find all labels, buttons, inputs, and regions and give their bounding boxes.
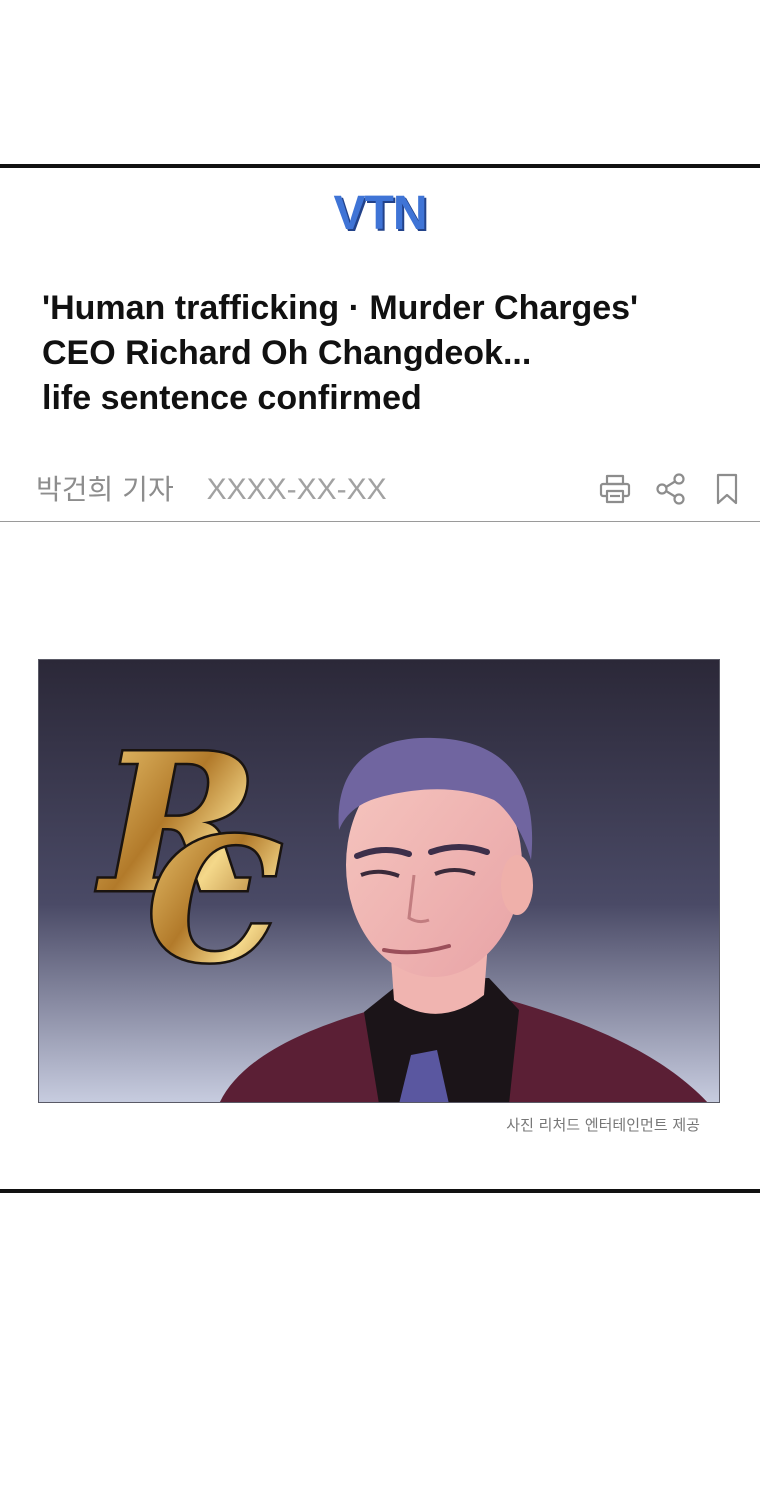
byline: 박건희 기자 XXXX-XX-XX — [36, 470, 387, 510]
publish-date: XXXX-XX-XX — [206, 473, 387, 506]
bottom-divider — [0, 1189, 760, 1193]
svg-text:C: C — [147, 801, 282, 1001]
headline-line-1: 'Human trafficking · Murder Charges' — [42, 289, 639, 327]
reporter-name: 박건희 기자 — [36, 473, 174, 506]
photo-caption: 사진 리처드 엔터테인먼트 제공 — [506, 1116, 700, 1134]
article-toolbar — [598, 472, 744, 506]
top-divider — [0, 164, 760, 168]
portrait-illustration: R C — [39, 660, 719, 1102]
header-divider — [0, 521, 760, 522]
print-icon[interactable] — [598, 472, 632, 506]
outlet-logo: VTN — [333, 187, 428, 240]
article-photo: R C — [38, 659, 720, 1103]
headline-line-3: life sentence confirmed — [42, 379, 422, 417]
article-headline: 'Human trafficking · Murder Charges' CEO… — [42, 286, 732, 421]
headline-line-2: CEO Richard Oh Changdeok... — [42, 334, 532, 372]
share-icon[interactable] — [654, 472, 688, 506]
bookmark-icon[interactable] — [710, 472, 744, 506]
